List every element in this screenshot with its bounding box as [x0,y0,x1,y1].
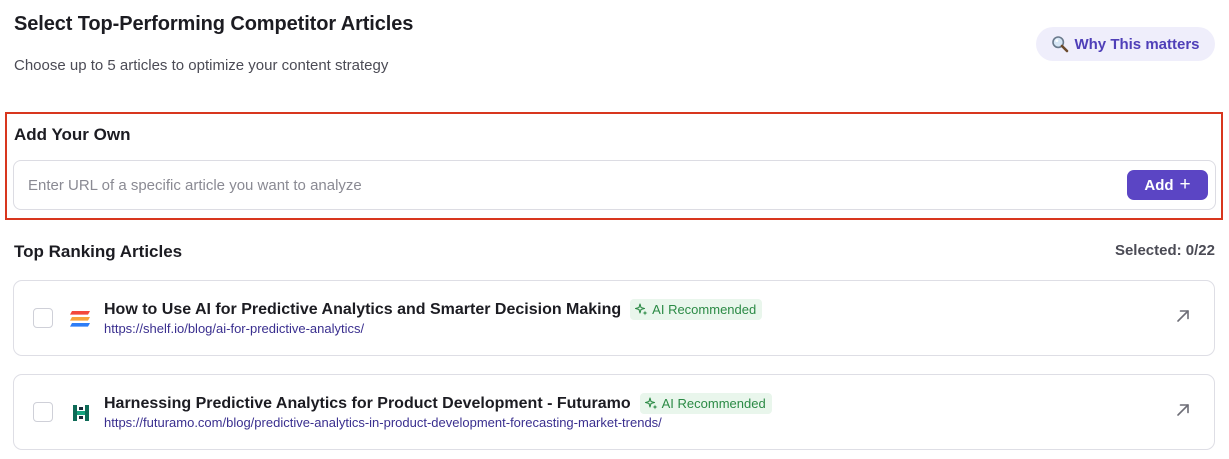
article-url-link[interactable]: https://shelf.io/blog/ai-for-predictive-… [104,321,364,336]
article-card[interactable]: Harnessing Predictive Analytics for Prod… [13,374,1215,450]
ai-recommended-badge: AI Recommended [630,299,763,320]
article-selection-page: Select Top-Performing Competitor Article… [0,0,1229,459]
why-this-matters-label: Why This matters [1074,35,1200,53]
futuramo-logo-icon [69,401,93,425]
article-title: How to Use AI for Predictive Analytics a… [104,300,622,318]
badge-label: AI Recommended [661,396,766,411]
article-title-row: How to Use AI for Predictive Analytics a… [104,299,763,320]
article-title-row: Harnessing Predictive Analytics for Prod… [104,393,772,414]
plus-icon: + [1179,174,1191,195]
article-url-link[interactable]: https://futuramo.com/blog/predictive-ana… [104,415,662,430]
magnifier-icon [1051,35,1069,53]
ai-recommended-badge: AI Recommended [639,393,772,414]
add-your-own-section: Add Your Own Add + [5,112,1223,220]
why-this-matters-button[interactable]: Why This matters [1036,27,1215,61]
top-ranking-title: Top Ranking Articles [14,242,183,261]
selected-counter: Selected: 0/22 [1114,242,1215,259]
add-button-label: Add [1144,176,1174,194]
article-url-input[interactable] [15,162,1105,208]
badge-label: AI Recommended [652,302,757,317]
add-url-button[interactable]: Add + [1127,170,1208,200]
page-subtitle: Choose up to 5 articles to optimize your… [14,57,389,74]
article-checkbox[interactable] [33,402,53,422]
external-link-icon[interactable] [1175,308,1191,324]
article-card[interactable]: How to Use AI for Predictive Analytics a… [13,280,1215,356]
article-checkbox[interactable] [33,308,53,328]
sparkle-icon [635,303,648,316]
url-input-wrapper: Add + [13,160,1216,210]
page-title: Select Top-Performing Competitor Article… [14,13,414,35]
shelf-logo-icon [69,307,93,331]
add-your-own-title: Add Your Own [14,125,131,144]
sparkle-icon [644,397,658,410]
external-link-icon[interactable] [1175,402,1191,418]
article-title: Harnessing Predictive Analytics for Prod… [104,394,631,412]
